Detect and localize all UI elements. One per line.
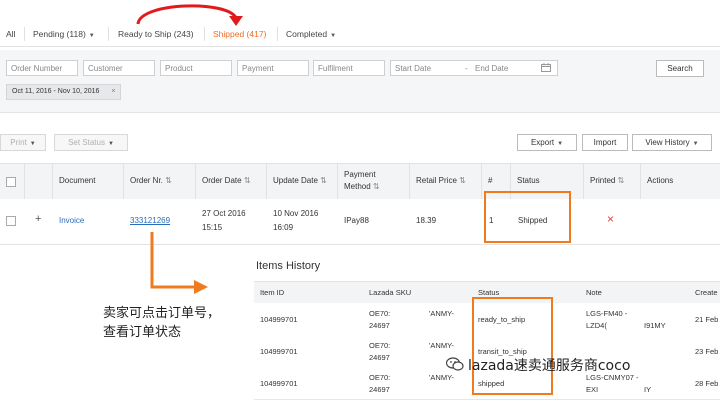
wechat-icon — [446, 357, 464, 371]
annotation-note: 卖家可点击订单号， 查看订单状态 — [103, 304, 220, 342]
watermark-text: lazada速卖通服务商coco — [468, 358, 631, 374]
orange-arrowhead — [194, 280, 208, 294]
annotation-line2: 查看订单状态 — [103, 325, 182, 340]
red-arrowhead — [229, 16, 243, 26]
red-curved-arrow — [136, 4, 238, 25]
annotation-line1: 卖家可点击订单号， — [103, 306, 221, 321]
orange-elbow-arrow — [150, 232, 196, 289]
